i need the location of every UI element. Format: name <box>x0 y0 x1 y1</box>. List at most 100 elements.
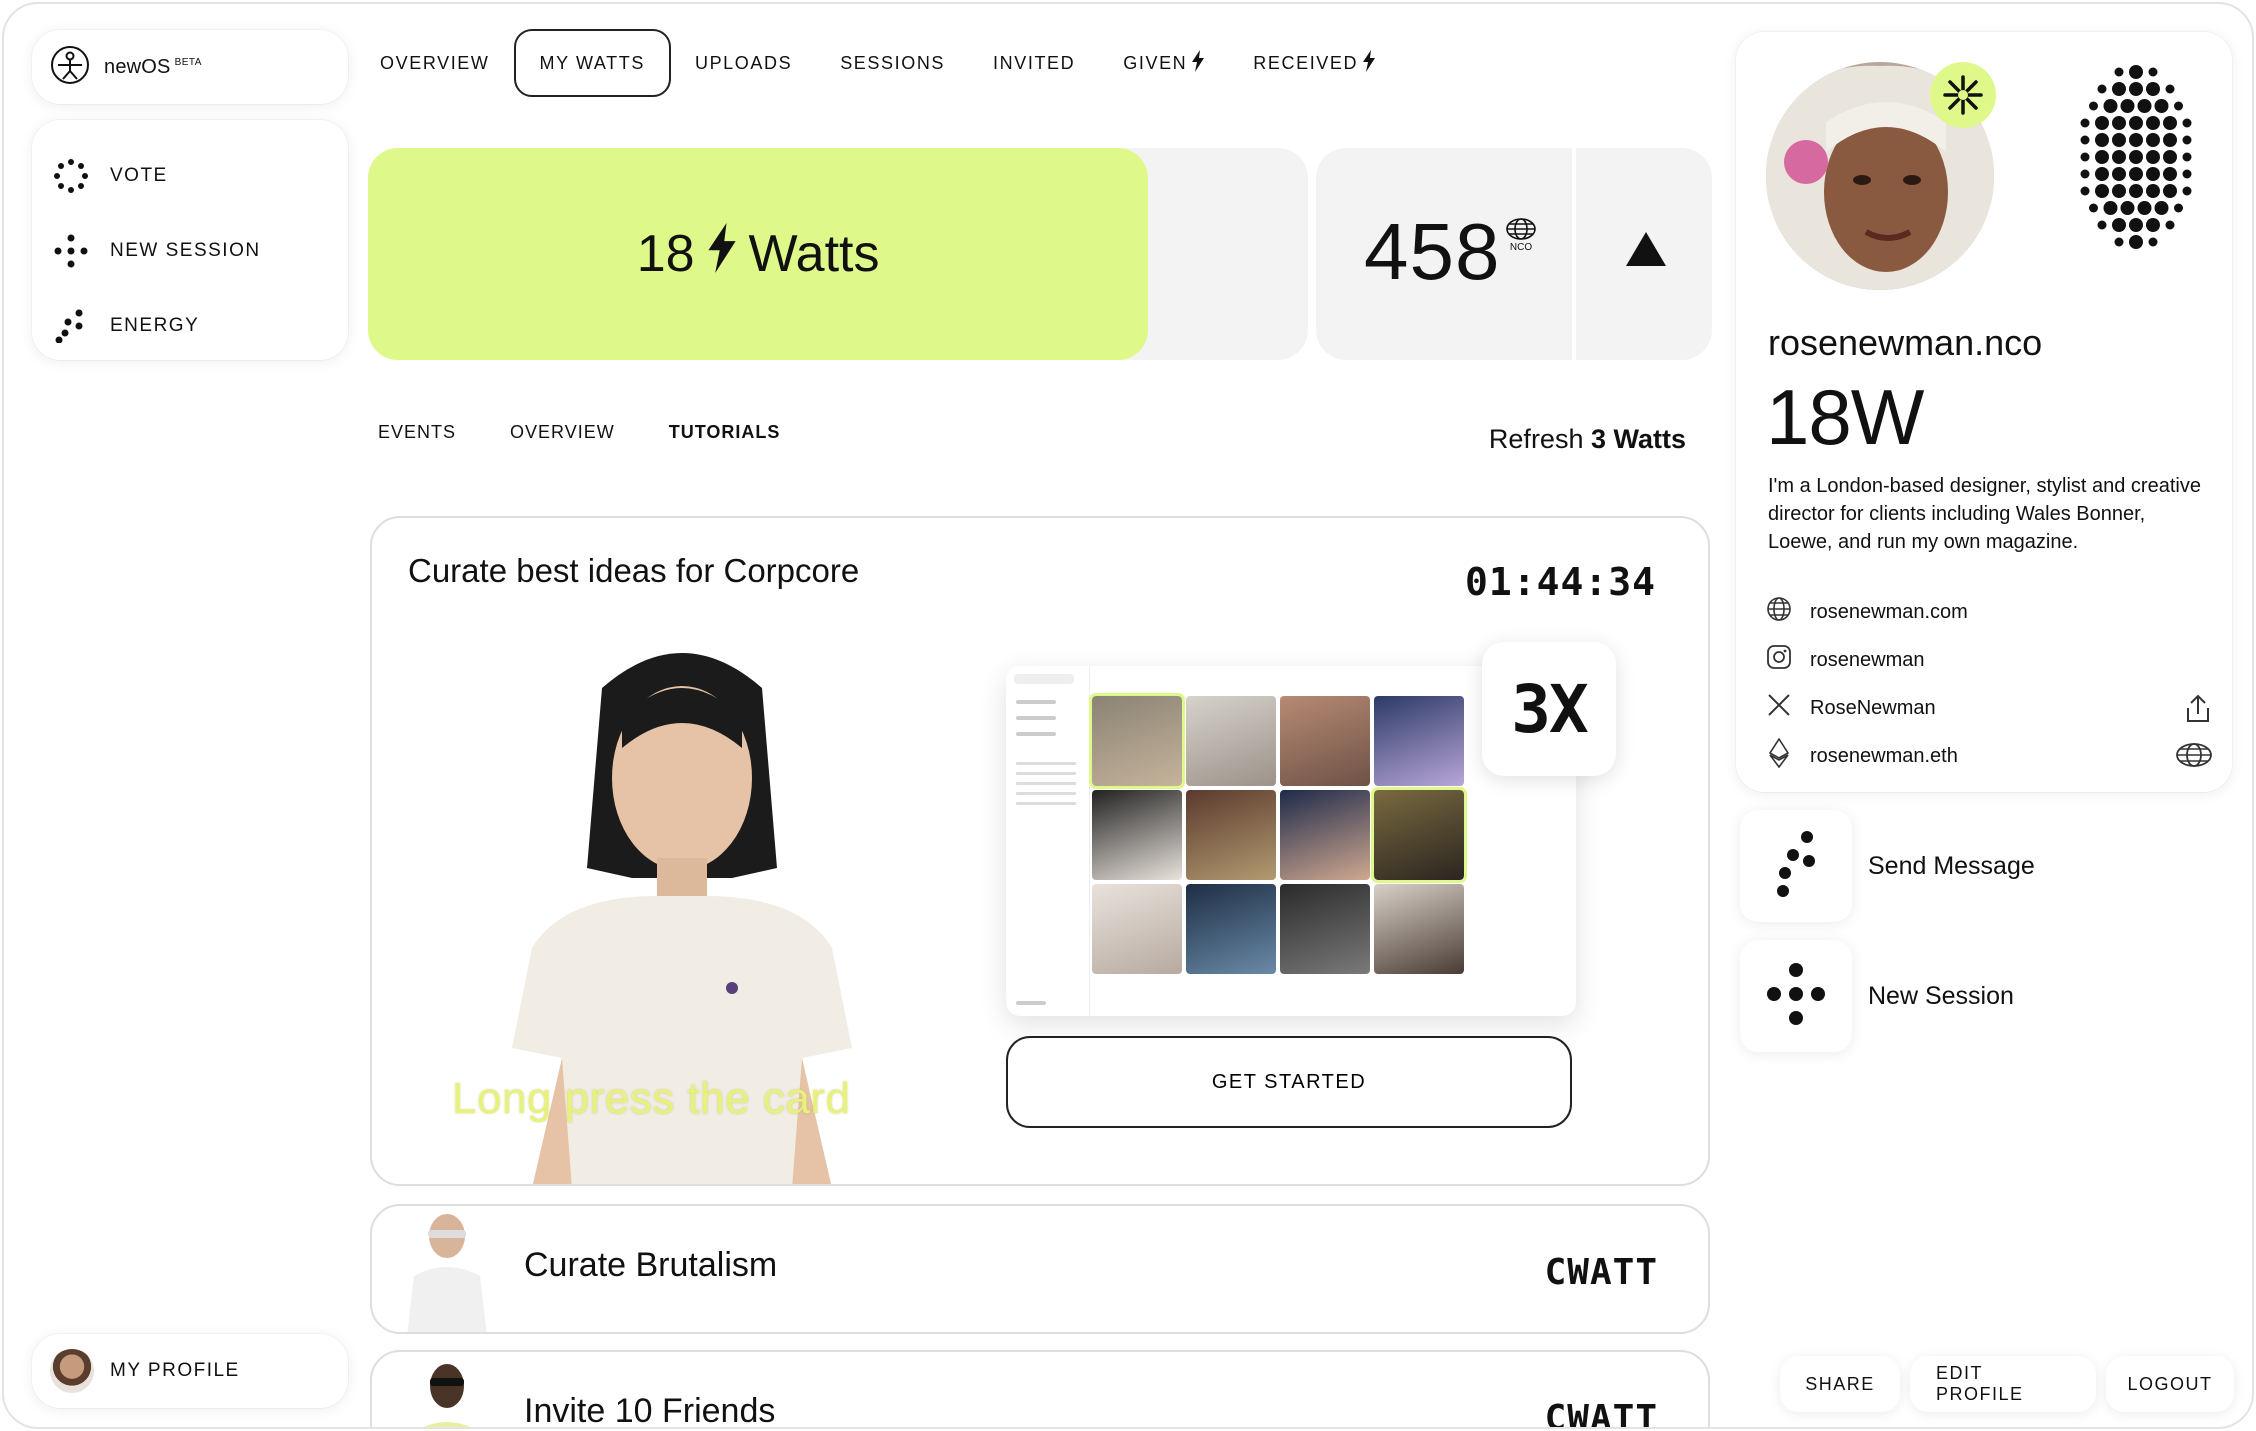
share-upload-icon[interactable] <box>2184 694 2212 730</box>
orb-dot <box>2148 237 2158 247</box>
bolt-icon <box>705 222 739 286</box>
orb-dot <box>2163 150 2177 164</box>
send-message-dots-icon <box>1773 830 1819 902</box>
flower-badge-icon <box>1930 62 1996 128</box>
edit-profile-button[interactable]: EDIT PROFILE <box>1910 1356 2096 1412</box>
orb-dot <box>2129 167 2143 181</box>
logout-button[interactable]: LOGOUT <box>2106 1356 2234 1412</box>
subtab-tutorials[interactable]: TUTORIALS <box>669 422 781 443</box>
get-started-button[interactable]: GET STARTED <box>1006 1036 1572 1128</box>
task-row[interactable]: Curate Brutalism CWATT <box>370 1204 1710 1334</box>
globe-icon[interactable] <box>2176 742 2212 774</box>
orb-dot <box>2112 133 2126 147</box>
newos-logo-icon <box>50 45 90 90</box>
subtab-events[interactable]: EVENTS <box>378 422 456 443</box>
orb-dot <box>2129 65 2143 79</box>
app-logo[interactable]: newOS BETA <box>32 30 348 104</box>
bolt-icon <box>1191 49 1205 77</box>
menu-item-new-session[interactable]: NEW SESSION <box>32 213 348 288</box>
tab-uploads[interactable]: UPLOADS <box>671 29 816 97</box>
divider <box>1572 148 1576 360</box>
orb-dot <box>2080 118 2090 128</box>
link-ens[interactable]: rosenewman.eth <box>1766 732 2212 780</box>
task-thumbnail <box>407 1214 487 1332</box>
orb-dot <box>2129 235 2143 249</box>
task-thumbnail <box>423 1364 471 1427</box>
left-menu: VOTE NEW SESSION ENERGY <box>32 120 348 360</box>
orb-dot <box>2095 133 2109 147</box>
up-arrow-icon[interactable] <box>1626 232 1666 266</box>
tab-invited[interactable]: INVITED <box>969 29 1099 97</box>
long-press-hint: Long press the card <box>452 1074 851 1123</box>
new-session-label[interactable]: New Session <box>1868 982 2014 1011</box>
orb-dot <box>2097 220 2107 230</box>
share-button[interactable]: SHARE <box>1780 1356 1900 1412</box>
send-message-label[interactable]: Send Message <box>1868 852 2035 881</box>
orb-dot <box>2154 201 2169 215</box>
link-website[interactable]: rosenewman.com <box>1766 588 2212 636</box>
orb-dot <box>2112 184 2126 198</box>
task-row[interactable]: Invite 10 Friends CWATT <box>370 1350 1710 1429</box>
link-x[interactable]: RoseNewman <box>1766 684 2212 732</box>
orb-dot <box>2182 118 2192 128</box>
watts-value: 18 <box>636 225 695 283</box>
orb-dot <box>2146 167 2160 181</box>
menu-item-label: VOTE <box>110 164 168 186</box>
avatar <box>50 1349 94 1393</box>
tab-overview[interactable]: OVERVIEW <box>356 29 514 97</box>
preview-image-grid <box>1089 693 1467 974</box>
orb-dot <box>2129 184 2143 198</box>
orb-dot <box>2163 167 2177 181</box>
watts-unit: Watts <box>748 225 880 283</box>
tab-received[interactable]: RECEIVED <box>1229 29 1400 97</box>
orb-dot <box>2089 203 2098 213</box>
orb-dot <box>2174 203 2183 213</box>
orb-dot <box>2146 218 2160 232</box>
orb-dot <box>2080 169 2090 179</box>
multiplier-badge: 3X <box>1482 642 1616 776</box>
orb-dot <box>2103 99 2118 113</box>
dot-orb-icon <box>2080 65 2192 249</box>
orb-dot <box>2080 186 2090 196</box>
menu-item-energy[interactable]: ENERGY <box>32 288 348 363</box>
sub-tabs: EVENTS OVERVIEW TUTORIALS <box>378 422 780 443</box>
my-profile-button[interactable]: MY PROFILE <box>32 1334 348 1408</box>
x-logo-icon <box>1766 692 1792 724</box>
link-text: RoseNewman <box>1810 696 1936 719</box>
profile-links: rosenewman.com rosenewman RoseNewman ros… <box>1766 588 2212 780</box>
menu-item-label: NEW SESSION <box>110 239 261 261</box>
orb-dot <box>2163 133 2177 147</box>
orb-dot <box>2095 184 2109 198</box>
orb-dot <box>2165 84 2175 94</box>
new-session-dots-icon <box>1766 962 1826 1030</box>
orb-dot <box>2174 101 2183 111</box>
orb-dot <box>2080 135 2090 145</box>
my-profile-label: MY PROFILE <box>110 1360 240 1381</box>
link-instagram[interactable]: rosenewman <box>1766 636 2212 684</box>
vote-dots-icon <box>54 158 88 193</box>
orb-dot <box>2182 169 2192 179</box>
tutorial-card[interactable]: Curate best ideas for Corpcore 01:44:34 … <box>370 516 1710 1186</box>
subtab-overview[interactable]: OVERVIEW <box>510 422 615 443</box>
orb-dot <box>2182 152 2192 162</box>
orb-dot <box>2112 116 2126 130</box>
refresh-watts[interactable]: Refresh 3 Watts <box>1489 424 1686 455</box>
task-label: Invite 10 Friends <box>524 1392 776 1429</box>
tab-my-watts[interactable]: MY WATTS <box>513 29 671 97</box>
orb-dot <box>2112 167 2126 181</box>
menu-item-vote[interactable]: VOTE <box>32 138 348 213</box>
orb-dot <box>2097 84 2107 94</box>
send-message-button[interactable] <box>1740 810 1852 922</box>
tab-given[interactable]: GIVEN <box>1099 29 1229 97</box>
profile-watts: 18W <box>1766 373 1924 461</box>
orb-dot <box>2165 220 2175 230</box>
orb-dot <box>2148 67 2158 77</box>
nco-value: 458 <box>1364 207 1501 296</box>
orb-dot <box>2137 99 2152 113</box>
orb-dot <box>2163 116 2177 130</box>
tab-sessions[interactable]: SESSIONS <box>816 29 969 97</box>
task-label: Curate Brutalism <box>524 1246 778 1284</box>
orb-dot <box>2146 82 2160 96</box>
nco-unit: NCO <box>1509 242 1533 253</box>
new-session-button[interactable] <box>1740 940 1852 1052</box>
